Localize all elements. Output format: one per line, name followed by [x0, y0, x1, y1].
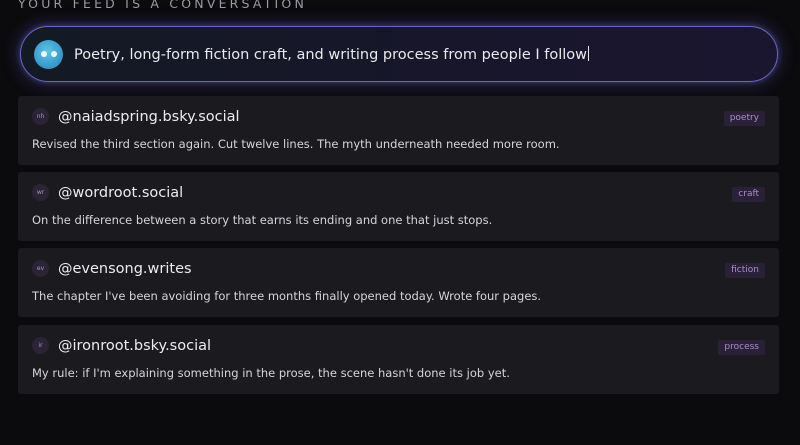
feed-prompt-input[interactable]: Poetry, long-form fiction craft, and wri… [20, 26, 778, 82]
post-handle[interactable]: @wordroot.social [58, 185, 183, 201]
post-text: The chapter I've been avoiding for three… [32, 289, 542, 303]
assistant-eye-icon [40, 51, 47, 57]
feed-page: YOUR FEED IS A CONVERSATION Poetry, long… [0, 0, 800, 445]
topic-tag[interactable]: poetry [723, 111, 765, 126]
post-card[interactable]: ir @ironroot.bsky.social process My rule… [18, 325, 779, 394]
avatar[interactable]: wr [32, 184, 49, 201]
post-card[interactable]: nh @naiadspring.bsky.social poetry Revis… [18, 96, 779, 165]
post-header: ev @evensong.writes [32, 260, 192, 277]
post-header: nh @naiadspring.bsky.social [32, 108, 240, 125]
assistant-avatar-icon [34, 39, 63, 69]
avatar[interactable]: ev [32, 260, 49, 277]
avatar[interactable]: nh [32, 108, 49, 125]
post-handle[interactable]: @naiadspring.bsky.social [58, 109, 240, 125]
post-card[interactable]: wr @wordroot.social craft On the differe… [18, 172, 779, 241]
text-caret [588, 45, 590, 61]
feed-heading: YOUR FEED IS A CONVERSATION [18, 0, 308, 11]
topic-tag[interactable]: craft [732, 187, 765, 202]
post-text: Revised the third section again. Cut twe… [32, 137, 560, 151]
post-card[interactable]: ev @evensong.writes fiction The chapter … [18, 248, 779, 317]
post-header: wr @wordroot.social [32, 184, 183, 201]
topic-tag[interactable]: process [718, 340, 765, 355]
post-handle[interactable]: @ironroot.bsky.social [58, 338, 211, 354]
avatar[interactable]: ir [32, 337, 49, 354]
post-text: On the difference between a story that e… [32, 213, 493, 227]
topic-tag[interactable]: fiction [725, 263, 765, 278]
post-text: My rule: if I'm explaining something in … [32, 366, 510, 380]
prompt-value: Poetry, long-form fiction craft, and wri… [74, 46, 588, 63]
assistant-eye-icon [50, 51, 57, 57]
post-header: ir @ironroot.bsky.social [32, 337, 211, 354]
post-handle[interactable]: @evensong.writes [58, 261, 192, 277]
prompt-text[interactable]: Poetry, long-form fiction craft, and wri… [74, 45, 590, 63]
